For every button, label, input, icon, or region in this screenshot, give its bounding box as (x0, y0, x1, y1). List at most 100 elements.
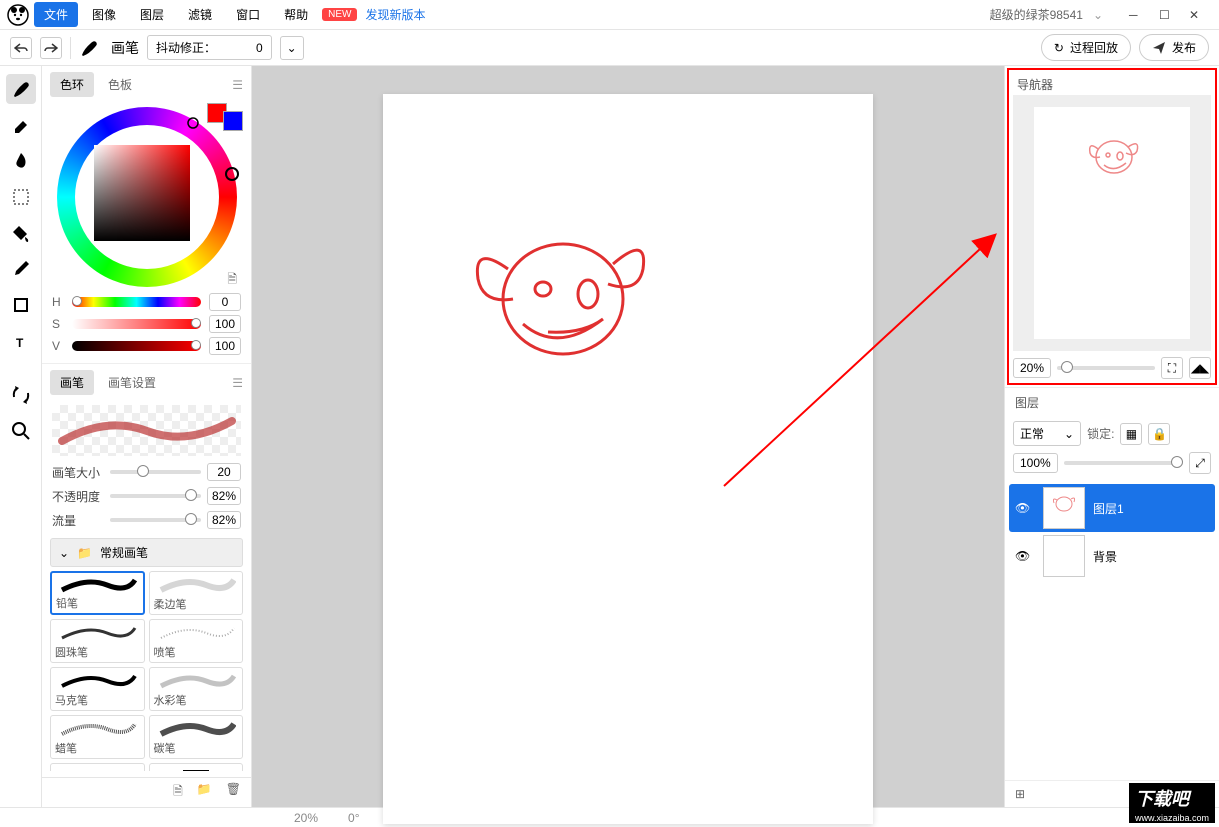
layer-item[interactable]: 👁 背景 (1009, 532, 1215, 580)
publish-button[interactable]: 发布 (1139, 34, 1209, 61)
tool-name-label: 画笔 (111, 38, 139, 58)
brush-item[interactable]: 马克笔 (50, 667, 145, 711)
navigator-panel: 导航器 20% ⛶ (1007, 68, 1217, 385)
fill-tool[interactable] (6, 218, 36, 248)
navigator-zoom-value[interactable]: 20% (1013, 358, 1051, 378)
brush-item[interactable]: 像素笔 (149, 763, 244, 771)
status-zoom: 20% (294, 811, 318, 825)
navigator-preview[interactable] (1013, 95, 1211, 351)
color-swap[interactable] (207, 103, 243, 131)
maximize-button[interactable]: ☐ (1159, 8, 1173, 22)
brush-item[interactable]: 柔边笔 (149, 571, 244, 615)
layer-opacity-value[interactable]: 100% (1013, 453, 1058, 473)
replay-button[interactable]: ↻ 过程回放 (1041, 34, 1131, 61)
new-folder-icon[interactable]: 📁 (197, 782, 212, 803)
color-picker[interactable]: 🗎 (42, 103, 251, 291)
sv-square[interactable] (94, 145, 190, 241)
eyedropper-tool[interactable] (6, 254, 36, 284)
menu-file[interactable]: 文件 (34, 2, 78, 27)
brush-item[interactable]: 毛刷 (50, 763, 145, 771)
collapse-icon: ⌄ (59, 546, 69, 560)
brush-group-header[interactable]: ⌄ 📁 常规画笔 (50, 538, 243, 567)
add-layer-icon[interactable]: ⊞ (1015, 787, 1025, 801)
flow-value[interactable]: 82% (207, 511, 241, 529)
v-slider[interactable] (72, 341, 201, 351)
user-name[interactable]: 超级的绿茶98541 (990, 6, 1083, 23)
menu-layer[interactable]: 图层 (130, 2, 174, 27)
flip-icon[interactable]: ◢◣ (1189, 357, 1211, 379)
v-label: V (52, 339, 64, 353)
background-color[interactable] (223, 111, 243, 131)
visibility-icon[interactable]: 👁 (1015, 549, 1035, 563)
status-angle: 0° (348, 811, 359, 825)
brush-item[interactable]: 圆珠笔 (50, 619, 145, 663)
replay-label: 过程回放 (1070, 39, 1118, 56)
panel-menu-icon[interactable]: ☰ (232, 78, 243, 92)
visibility-icon[interactable]: 👁 (1015, 501, 1035, 515)
zoom-tool[interactable] (6, 416, 36, 446)
lock-pixels-icon[interactable]: ▦ (1120, 423, 1142, 445)
flow-slider[interactable] (110, 518, 201, 522)
tab-brush-settings[interactable]: 画笔设置 (98, 370, 166, 395)
eraser-tool[interactable] (6, 110, 36, 140)
marquee-tool[interactable] (6, 182, 36, 212)
brush-item[interactable]: 铅笔 (50, 571, 145, 615)
brush-item[interactable]: 蜡笔 (50, 715, 145, 759)
size-slider[interactable] (110, 470, 201, 474)
menu-filter[interactable]: 滤镜 (178, 2, 222, 27)
blend-mode-dropdown[interactable]: 正常⌄ (1013, 421, 1081, 446)
watermark: 下载吧 www.xiazaiba.com (1129, 783, 1215, 823)
menu-image[interactable]: 图像 (82, 2, 126, 27)
s-label: S (52, 317, 64, 331)
opacity-value[interactable]: 82% (207, 487, 241, 505)
layer-thumbnail (1043, 535, 1085, 577)
brush-item[interactable]: 碳笔 (149, 715, 244, 759)
close-button[interactable]: ✕ (1189, 8, 1203, 22)
jitter-label: 抖动修正： (156, 39, 216, 56)
v-value[interactable]: 100 (209, 337, 241, 355)
s-slider[interactable] (72, 319, 201, 329)
brush-item[interactable]: 水彩笔 (149, 667, 244, 711)
brush-group-name: 常规画笔 (100, 544, 148, 561)
tab-brush[interactable]: 画笔 (50, 370, 94, 395)
h-slider[interactable] (72, 297, 201, 307)
lock-label: 锁定: (1087, 425, 1114, 442)
h-value[interactable]: 0 (209, 293, 241, 311)
navigator-zoom-slider[interactable] (1057, 366, 1155, 370)
text-tool[interactable]: T (6, 326, 36, 356)
layer-menu-icon[interactable]: ⤢ (1189, 452, 1211, 474)
size-value[interactable]: 20 (207, 463, 241, 481)
tab-swatches[interactable]: 色板 (98, 72, 142, 97)
brush-item[interactable]: 喷笔 (149, 619, 244, 663)
undo-button[interactable] (10, 37, 32, 59)
new-version-link[interactable]: 发现新版本 (365, 6, 425, 23)
fit-screen-icon[interactable]: ⛶ (1161, 357, 1183, 379)
new-brush-icon[interactable]: 🗎 (173, 782, 183, 803)
layer-opacity-slider[interactable] (1064, 461, 1183, 465)
minimize-button[interactable]: ─ (1129, 8, 1143, 22)
publish-label: 发布 (1172, 39, 1196, 56)
right-panel: 导航器 20% ⛶ (1004, 66, 1219, 807)
save-color-icon[interactable]: 🗎 (227, 270, 237, 291)
size-label: 画笔大小 (52, 464, 104, 481)
shape-tool[interactable] (6, 290, 36, 320)
user-dropdown-icon[interactable]: ⌄ (1093, 8, 1103, 22)
brush-tool[interactable] (6, 74, 36, 104)
jitter-input[interactable]: 抖动修正： 0 (147, 35, 272, 60)
brush-panel-menu-icon[interactable]: ☰ (232, 376, 243, 390)
tab-color-ring[interactable]: 色环 (50, 72, 94, 97)
canvas-area[interactable] (252, 66, 1004, 807)
redo-button[interactable] (40, 37, 62, 59)
smudge-tool[interactable] (6, 146, 36, 176)
menu-window[interactable]: 窗口 (226, 2, 270, 27)
s-value[interactable]: 100 (209, 315, 241, 333)
jitter-dropdown[interactable]: ⌄ (280, 36, 304, 60)
menu-help[interactable]: 帮助 (274, 2, 318, 27)
app-logo (6, 3, 30, 27)
delete-brush-icon[interactable]: 🗑 (226, 782, 241, 803)
opacity-slider[interactable] (110, 494, 201, 498)
layer-item[interactable]: 👁 图层1 (1009, 484, 1215, 532)
transform-tool[interactable] (6, 380, 36, 410)
lock-all-icon[interactable]: 🔒 (1148, 423, 1170, 445)
layer-list: 👁 图层1 👁 背景 (1009, 484, 1215, 580)
